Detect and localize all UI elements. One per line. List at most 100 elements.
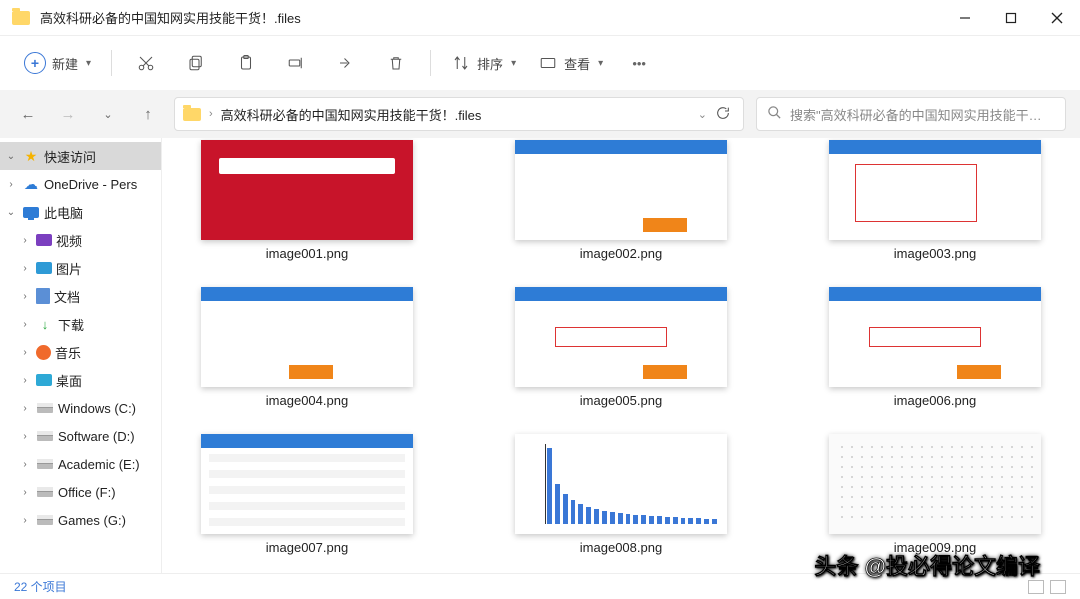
forward-button[interactable]: → — [54, 106, 82, 123]
file-thumbnail — [829, 287, 1041, 387]
file-thumbnail — [829, 140, 1041, 240]
command-toolbar: + 新建 ▾ 排序 ▾ 查看 ▾ ••• — [0, 36, 1080, 90]
sidebar-item-documents[interactable]: ›文档 — [0, 282, 161, 310]
sidebar-item-this-pc[interactable]: ⌄ 此电脑 — [0, 198, 161, 226]
file-list-view[interactable]: image001.png image002.png image003.png i… — [162, 138, 1080, 573]
sidebar-item-label: 音乐 — [55, 343, 161, 362]
chevron-down-icon[interactable]: ⌄ — [4, 207, 18, 218]
drive-icon — [36, 431, 54, 441]
close-button[interactable] — [1034, 0, 1080, 35]
thumbnails-view-icon[interactable] — [1050, 580, 1066, 594]
details-view-icon[interactable] — [1028, 580, 1044, 594]
back-button[interactable]: ← — [14, 106, 42, 123]
search-icon — [767, 105, 782, 123]
folder-icon — [12, 11, 30, 25]
search-placeholder: 搜索"高效科研必备的中国知网实用技能干… — [790, 105, 1042, 124]
copy-button[interactable] — [172, 45, 220, 81]
window-title: 高效科研必备的中国知网实用技能干货！.files — [40, 8, 942, 27]
sidebar-item-label: Windows (C:) — [58, 401, 161, 416]
chevron-down-icon: ▾ — [511, 58, 516, 69]
sidebar-item-videos[interactable]: ›视频 — [0, 226, 161, 254]
file-thumbnail — [515, 287, 727, 387]
navigation-pane: ⌄ ★ 快速访问 › ☁ OneDrive - Pers ⌄ 此电脑 ›视频 ›… — [0, 138, 162, 573]
sidebar-item-label: 此电脑 — [44, 203, 161, 222]
sort-button[interactable]: 排序 ▾ — [441, 45, 526, 81]
sidebar-item-label: Office (F:) — [58, 485, 161, 500]
cut-button[interactable] — [122, 45, 170, 81]
sidebar-item-label: Software (D:) — [58, 429, 161, 444]
file-item[interactable]: image001.png — [180, 140, 434, 261]
sidebar-item-label: Academic (E:) — [58, 457, 161, 472]
file-item[interactable]: image004.png — [180, 287, 434, 408]
file-name: image004.png — [266, 393, 348, 408]
file-item[interactable]: image005.png — [494, 287, 748, 408]
file-item[interactable]: image002.png — [494, 140, 748, 261]
view-label: 查看 — [564, 54, 590, 73]
sidebar-item-drive-e[interactable]: ›Academic (E:) — [0, 450, 161, 478]
share-button[interactable] — [322, 45, 370, 81]
file-item[interactable]: image006.png — [808, 287, 1062, 408]
file-item[interactable]: image009.png — [808, 434, 1062, 555]
sidebar-item-quick-access[interactable]: ⌄ ★ 快速访问 — [0, 142, 161, 170]
file-thumbnail — [201, 287, 413, 387]
sidebar-item-drive-g[interactable]: ›Games (G:) — [0, 506, 161, 534]
file-name: image002.png — [580, 246, 662, 261]
sidebar-item-label: Games (G:) — [58, 513, 161, 528]
sidebar-item-downloads[interactable]: ›↓下载 — [0, 310, 161, 338]
plus-icon: + — [24, 52, 46, 74]
separator — [111, 50, 112, 76]
drive-icon — [36, 515, 54, 525]
delete-button[interactable] — [372, 45, 420, 81]
navigation-row: ← → ⌄ ↑ › 高效科研必备的中国知网实用技能干货！.files ⌄ 搜索"… — [0, 90, 1080, 138]
chevron-right-icon[interactable]: › — [4, 179, 18, 190]
view-icon — [538, 53, 558, 73]
breadcrumb[interactable]: 高效科研必备的中国知网实用技能干货！.files — [221, 105, 482, 124]
file-name: image007.png — [266, 540, 348, 555]
sidebar-item-music[interactable]: ›音乐 — [0, 338, 161, 366]
file-item[interactable]: image008.png — [494, 434, 748, 555]
file-item[interactable]: image007.png — [180, 434, 434, 555]
file-thumbnail — [201, 434, 413, 534]
recent-button[interactable]: ⌄ — [94, 108, 122, 121]
documents-icon — [36, 288, 50, 304]
new-button[interactable]: + 新建 ▾ — [14, 45, 101, 81]
sidebar-item-drive-d[interactable]: ›Software (D:) — [0, 422, 161, 450]
sidebar-item-label: 下载 — [58, 315, 161, 334]
sidebar-item-label: 图片 — [56, 259, 161, 278]
file-thumbnail — [829, 434, 1041, 534]
more-icon: ••• — [629, 53, 649, 73]
sidebar-item-label: 桌面 — [56, 371, 161, 390]
file-name: image008.png — [580, 540, 662, 555]
view-mode-icons[interactable] — [1028, 580, 1066, 594]
search-box[interactable]: 搜索"高效科研必备的中国知网实用技能干… — [756, 97, 1066, 131]
sidebar-item-onedrive[interactable]: › ☁ OneDrive - Pers — [0, 170, 161, 198]
chevron-down-icon: ▾ — [86, 58, 91, 69]
chevron-down-icon[interactable]: ⌄ — [4, 151, 18, 162]
paste-button[interactable] — [222, 45, 270, 81]
view-button[interactable]: 查看 ▾ — [528, 45, 613, 81]
more-button[interactable]: ••• — [615, 45, 663, 81]
refresh-button[interactable] — [715, 105, 735, 124]
rename-button[interactable] — [272, 45, 320, 81]
videos-icon — [36, 234, 52, 246]
window-titlebar: 高效科研必备的中国知网实用技能干货！.files — [0, 0, 1080, 36]
sidebar-item-desktop[interactable]: ›桌面 — [0, 366, 161, 394]
minimize-button[interactable] — [942, 0, 988, 35]
file-thumbnail — [515, 140, 727, 240]
address-bar[interactable]: › 高效科研必备的中国知网实用技能干货！.files ⌄ — [174, 97, 744, 131]
monitor-icon — [22, 207, 40, 218]
chevron-down-icon[interactable]: ⌄ — [698, 108, 707, 121]
sidebar-item-label: 文档 — [54, 287, 161, 306]
scissors-icon — [136, 53, 156, 73]
drive-icon — [36, 487, 54, 497]
file-item[interactable]: image003.png — [808, 140, 1062, 261]
file-thumbnail — [201, 140, 413, 240]
maximize-button[interactable] — [988, 0, 1034, 35]
desktop-icon — [36, 374, 52, 386]
sidebar-item-drive-c[interactable]: ›Windows (C:) — [0, 394, 161, 422]
sidebar-item-pictures[interactable]: ›图片 — [0, 254, 161, 282]
up-button[interactable]: ↑ — [134, 106, 162, 123]
sidebar-item-drive-f[interactable]: ›Office (F:) — [0, 478, 161, 506]
chevron-down-icon: ▾ — [598, 58, 603, 69]
music-icon — [36, 345, 51, 360]
